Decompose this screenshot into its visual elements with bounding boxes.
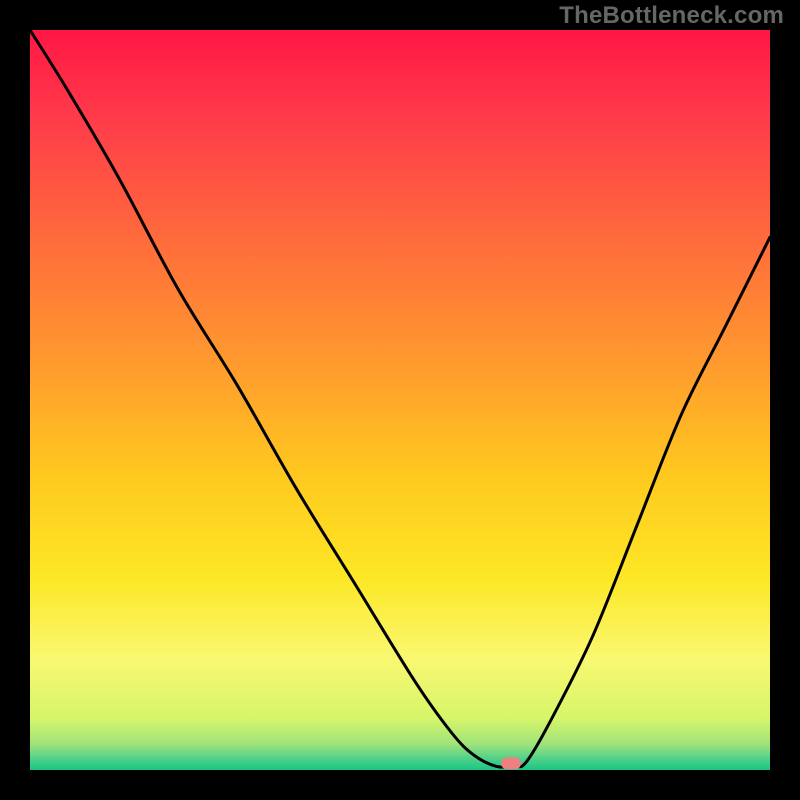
optimal-marker <box>501 757 521 769</box>
bottleneck-chart <box>30 30 770 770</box>
watermark: TheBottleneck.com <box>559 2 784 30</box>
chart-frame: TheBottleneck.com <box>0 0 800 800</box>
